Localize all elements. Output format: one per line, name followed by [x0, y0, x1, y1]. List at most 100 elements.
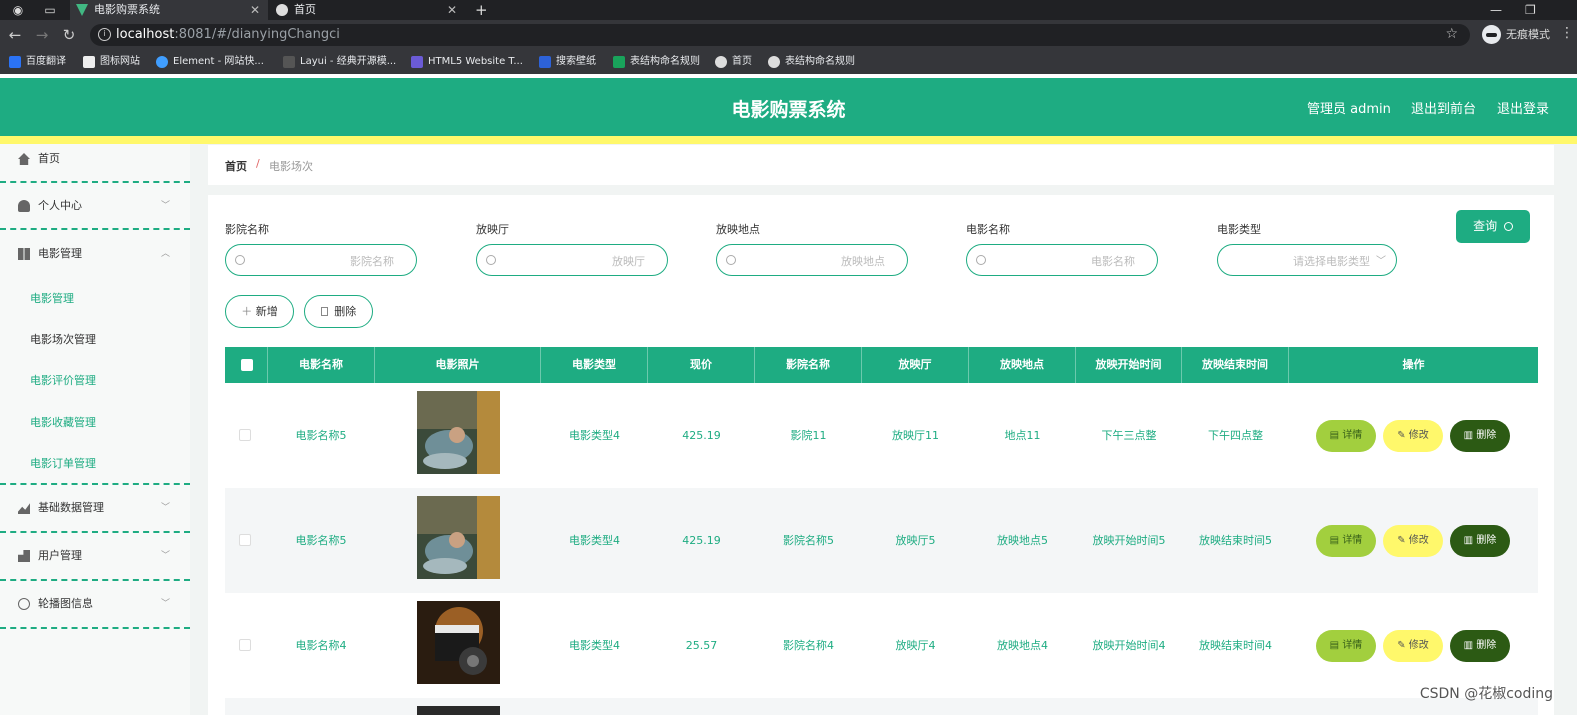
edit-button[interactable]: ✎ 修改	[1383, 420, 1443, 452]
row-checkbox[interactable]	[239, 639, 251, 651]
globe-icon[interactable]: ◉	[10, 2, 26, 18]
bookmark-item[interactable]: Element - 网站快...	[156, 50, 264, 74]
hall-filter-input[interactable]	[501, 251, 645, 271]
col-movie-type[interactable]: 电影类型	[541, 347, 648, 383]
sidebar-sub-favorite[interactable]: 电影收藏管理	[30, 414, 96, 430]
bookmark-item[interactable]: 表结构命名规则	[768, 50, 855, 74]
bookmark-item[interactable]: HTML5 Website T...	[411, 50, 523, 74]
vue-icon	[76, 4, 88, 16]
col-movie-photo[interactable]: 电影照片	[375, 347, 541, 383]
forward-icon[interactable]: →	[33, 26, 51, 44]
sidebar-item-basic-data[interactable]: 基础数据管理 ﹀	[0, 490, 190, 526]
cell-location: 放映地点4	[997, 639, 1048, 652]
location-filter-input[interactable]	[741, 251, 885, 271]
sidebar-sub-review[interactable]: 电影评价管理	[30, 372, 96, 388]
row-checkbox[interactable]	[239, 534, 251, 546]
col-movie-name[interactable]: 电影名称	[267, 347, 375, 383]
movie-filter-field[interactable]	[966, 244, 1158, 276]
grid-icon	[18, 248, 30, 260]
edit-button[interactable]: ✎ 修改	[1383, 525, 1443, 557]
bookmark-item[interactable]: 首页	[715, 50, 752, 74]
cell-end-time: 放映结束时间5	[1199, 534, 1272, 547]
row-checkbox[interactable]	[239, 429, 251, 441]
bookmark-star-icon[interactable]: ☆	[1445, 26, 1458, 42]
front-page-link[interactable]: 退出到前台	[1411, 98, 1476, 117]
sidebar-item-carousel[interactable]: 轮播图信息 ﹀	[0, 586, 190, 622]
hall-filter-label: 放映厅	[476, 223, 509, 236]
info-icon[interactable]: i	[98, 28, 111, 41]
bookmark-item[interactable]: 表结构命名规则	[613, 50, 700, 74]
back-icon[interactable]: ←	[6, 26, 24, 44]
incognito-indicator[interactable]: 无痕模式	[1482, 25, 1550, 45]
cell-hall: 放映厅4	[895, 639, 936, 652]
add-button[interactable]: ＋ 新增	[225, 295, 294, 328]
flag-icon	[83, 56, 95, 68]
location-filter-label: 放映地点	[716, 223, 760, 236]
sidebar-sub-movie[interactable]: 电影管理	[30, 290, 74, 306]
html5-icon	[411, 56, 423, 68]
movie-filter-input[interactable]	[991, 251, 1135, 271]
col-end-time[interactable]: 放映结束时间	[1182, 347, 1289, 383]
col-location[interactable]: 放映地点	[969, 347, 1076, 383]
cell-cinema: 影院11	[790, 429, 827, 442]
batch-delete-button[interactable]: 删除	[304, 295, 373, 328]
sidebar-item-home[interactable]: 首页	[0, 141, 190, 177]
detail-button[interactable]: ▤ 详情	[1316, 630, 1376, 662]
sidebar-item-user-management[interactable]: 用户管理 ﹀	[0, 538, 190, 574]
sheet-icon	[613, 56, 625, 68]
delete-button[interactable]: ▥ 删除	[1450, 630, 1510, 662]
location-filter-field[interactable]	[716, 244, 908, 276]
sidebar-sub-order[interactable]: 电影订单管理	[30, 455, 96, 471]
users-icon	[18, 550, 30, 562]
delete-button[interactable]: ▥ 删除	[1450, 525, 1510, 557]
table-header: 电影名称 电影照片 电影类型 现价 影院名称 放映厅 放映地点 放映开始时间 放…	[225, 347, 1538, 383]
reload-icon[interactable]: ↻	[60, 26, 78, 44]
bookmark-item[interactable]: 搜索壁纸	[539, 50, 596, 74]
sidebar-item-personal[interactable]: 个人中心 ﹀	[0, 188, 190, 224]
incognito-icon	[1482, 25, 1501, 44]
document-icon: ▤	[1329, 430, 1343, 441]
cinema-filter-input[interactable]	[250, 251, 394, 271]
new-tab-button[interactable]: +	[475, 0, 488, 20]
hall-filter-field[interactable]	[476, 244, 668, 276]
element-icon	[156, 56, 168, 68]
col-price[interactable]: 现价	[648, 347, 755, 383]
close-tab-icon[interactable]: ✕	[447, 0, 457, 20]
home-icon	[18, 153, 30, 165]
col-start-time[interactable]: 放映开始时间	[1076, 347, 1182, 383]
cinema-filter-label: 影院名称	[225, 223, 269, 236]
restore-icon[interactable]: ❐	[1525, 0, 1536, 20]
url-text: localhost:8081/#/dianyingChangci	[116, 27, 340, 42]
type-filter-placeholder: 请选择电影类型	[1293, 255, 1370, 268]
col-cinema[interactable]: 影院名称	[755, 347, 862, 383]
url-input[interactable]: i localhost:8081/#/dianyingChangci ☆	[90, 24, 1470, 46]
tab-movie-system[interactable]: 电影购票系统 ✕	[70, 0, 268, 20]
query-button[interactable]: 查询	[1456, 210, 1530, 243]
menu-kebab-icon[interactable]: ⋮	[1560, 25, 1574, 41]
detail-button[interactable]: ▤ 详情	[1316, 420, 1376, 452]
sidebar-sub-showtime[interactable]: 电影场次管理	[30, 331, 96, 347]
pencil-icon: ✎	[1397, 430, 1409, 441]
cinema-filter-field[interactable]	[225, 244, 417, 276]
search-icon	[486, 255, 496, 265]
logout-link[interactable]: 退出登录	[1497, 98, 1549, 117]
breadcrumb-home[interactable]: 首页	[225, 158, 247, 174]
sidebar-item-movie-management[interactable]: 电影管理 ︿	[0, 236, 190, 272]
edit-button[interactable]: ✎ 修改	[1383, 630, 1443, 662]
delete-button[interactable]: ▥ 删除	[1450, 420, 1510, 452]
col-hall[interactable]: 放映厅	[862, 347, 969, 383]
bookmark-item[interactable]: Layui - 经典开源模...	[283, 50, 396, 74]
tab-home[interactable]: 首页 ✕	[270, 0, 465, 20]
select-all-checkbox[interactable]	[241, 359, 253, 371]
cell-location: 放映地点5	[997, 534, 1048, 547]
table-row: 电影名称5 电影类型4 425.19 影院11 放映厅11 地点11 下午三点整…	[225, 383, 1538, 488]
close-tab-icon[interactable]: ✕	[250, 0, 260, 20]
tab-overview-icon[interactable]: ▭	[42, 2, 58, 18]
type-filter-select[interactable]: 请选择电影类型 ﹀	[1217, 244, 1397, 276]
minimize-icon[interactable]: —	[1490, 0, 1502, 20]
cell-price: 25.57	[685, 639, 718, 652]
bookmark-item[interactable]: 百度翻译	[9, 50, 66, 74]
sidebar-divider	[0, 579, 190, 581]
bookmark-item[interactable]: 图标网站	[83, 50, 140, 74]
detail-button[interactable]: ▤ 详情	[1316, 525, 1376, 557]
